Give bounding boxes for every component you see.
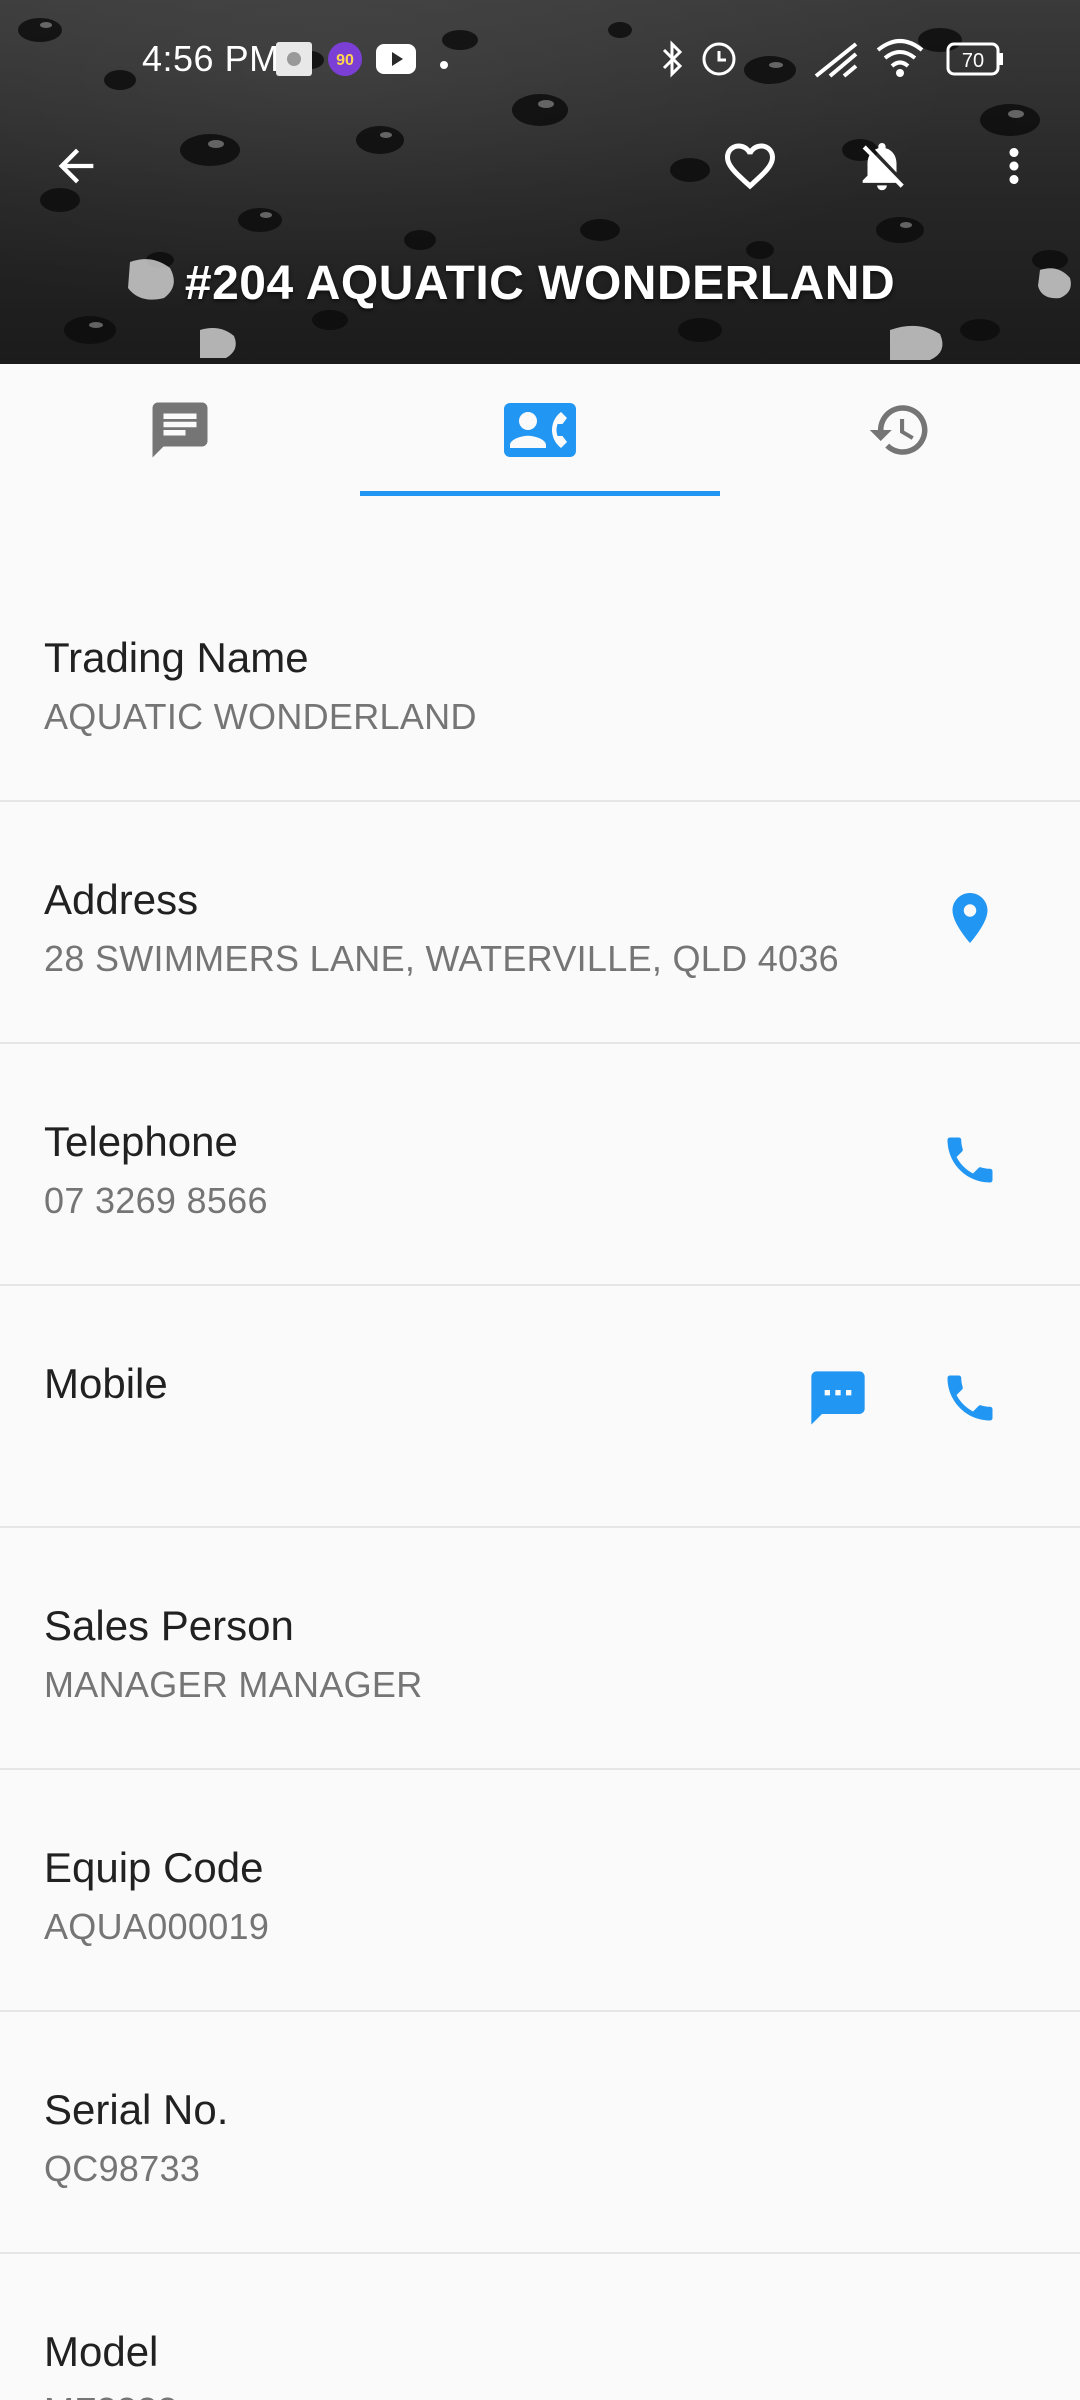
contact-details-list: Trading Name AQUATIC WONDERLAND Address … <box>0 560 1080 2400</box>
notification-app-icon <box>276 42 312 81</box>
dot-icon <box>440 56 448 74</box>
detail-row-mobile: Mobile <box>0 1286 1080 1528</box>
send-sms-button[interactable] <box>790 1350 886 1446</box>
detail-row-sales-person: Sales Person MANAGER MANAGER <box>0 1528 1080 1770</box>
back-button[interactable] <box>28 118 124 214</box>
detail-row-serial-no: Serial No. QC98733 <box>0 2012 1080 2254</box>
status-bar: 4:56 PM 90 70 <box>0 0 1080 120</box>
address-label: Address <box>44 876 199 923</box>
battery-level: 70 <box>962 50 984 72</box>
more-vert-icon <box>1009 148 1019 184</box>
detail-row-telephone: Telephone 07 3269 8566 <box>0 1044 1080 1286</box>
sms-icon <box>811 1371 865 1425</box>
open-map-button[interactable] <box>922 870 1018 966</box>
signal-icon <box>812 40 860 83</box>
svg-text:90: 90 <box>336 52 354 69</box>
wifi-icon <box>876 38 924 83</box>
history-icon <box>869 405 928 455</box>
mobile-label: Mobile <box>44 1360 168 1407</box>
detail-row-trading-name: Trading Name AQUATIC WONDERLAND <box>0 560 1080 802</box>
trading-name-label: Trading Name <box>44 634 309 681</box>
call-telephone-button[interactable] <box>922 1112 1018 1208</box>
trading-name-value: AQUATIC WONDERLAND <box>44 696 477 737</box>
location-pin-icon <box>952 893 988 943</box>
tab-history[interactable] <box>720 364 1080 496</box>
message-icon <box>152 402 208 458</box>
more-options-button[interactable] <box>966 118 1062 214</box>
game-app-icon: 90 <box>326 40 364 83</box>
detail-row-address: Address 28 SWIMMERS LANE, WATERVILLE, QL… <box>0 802 1080 1044</box>
contact-phone-icon <box>504 403 576 457</box>
battery-icon: 70 <box>946 42 1004 81</box>
sales-person-label: Sales Person <box>44 1602 294 1649</box>
phone-icon <box>947 1375 993 1421</box>
youtube-icon <box>376 44 416 79</box>
notifications-off-button[interactable] <box>834 118 930 214</box>
address-value: 28 SWIMMERS LANE, WATERVILLE, QLD 4036 <box>44 938 839 979</box>
page-title: #204 AQUATIC WONDERLAND <box>184 257 896 310</box>
arrow-back-icon <box>58 148 94 184</box>
tab-contact[interactable] <box>360 364 720 496</box>
telephone-value: 07 3269 8566 <box>44 1180 268 1221</box>
serial-no-label: Serial No. <box>44 2086 229 2133</box>
bell-off-icon <box>862 143 904 191</box>
bluetooth-icon <box>658 40 686 83</box>
tab-bar <box>0 364 1080 496</box>
model-value: MF8888 <box>44 2390 178 2400</box>
header: 4:56 PM 90 70 #204 AQUATIC WONDERLAND <box>0 0 1080 364</box>
model-label: Model <box>44 2328 159 2375</box>
equip-code-label: Equip Code <box>44 1844 264 1891</box>
tab-messages[interactable] <box>0 364 360 496</box>
alarm-icon <box>700 40 738 83</box>
detail-row-model: Model MF8888 <box>0 2254 1080 2400</box>
detail-row-equip-code: Equip Code AQUA000019 <box>0 1770 1080 2012</box>
favorite-button[interactable] <box>702 118 798 214</box>
tab-indicator <box>360 491 720 496</box>
status-time: 4:56 PM <box>142 38 280 79</box>
sales-person-value: MANAGER MANAGER <box>44 1664 423 1705</box>
heart-outline-icon <box>725 143 775 190</box>
phone-icon <box>947 1137 993 1183</box>
telephone-label: Telephone <box>44 1118 238 1165</box>
serial-no-value: QC98733 <box>44 2148 201 2189</box>
call-mobile-button[interactable] <box>922 1350 1018 1446</box>
equip-code-value: AQUA000019 <box>44 1906 270 1947</box>
